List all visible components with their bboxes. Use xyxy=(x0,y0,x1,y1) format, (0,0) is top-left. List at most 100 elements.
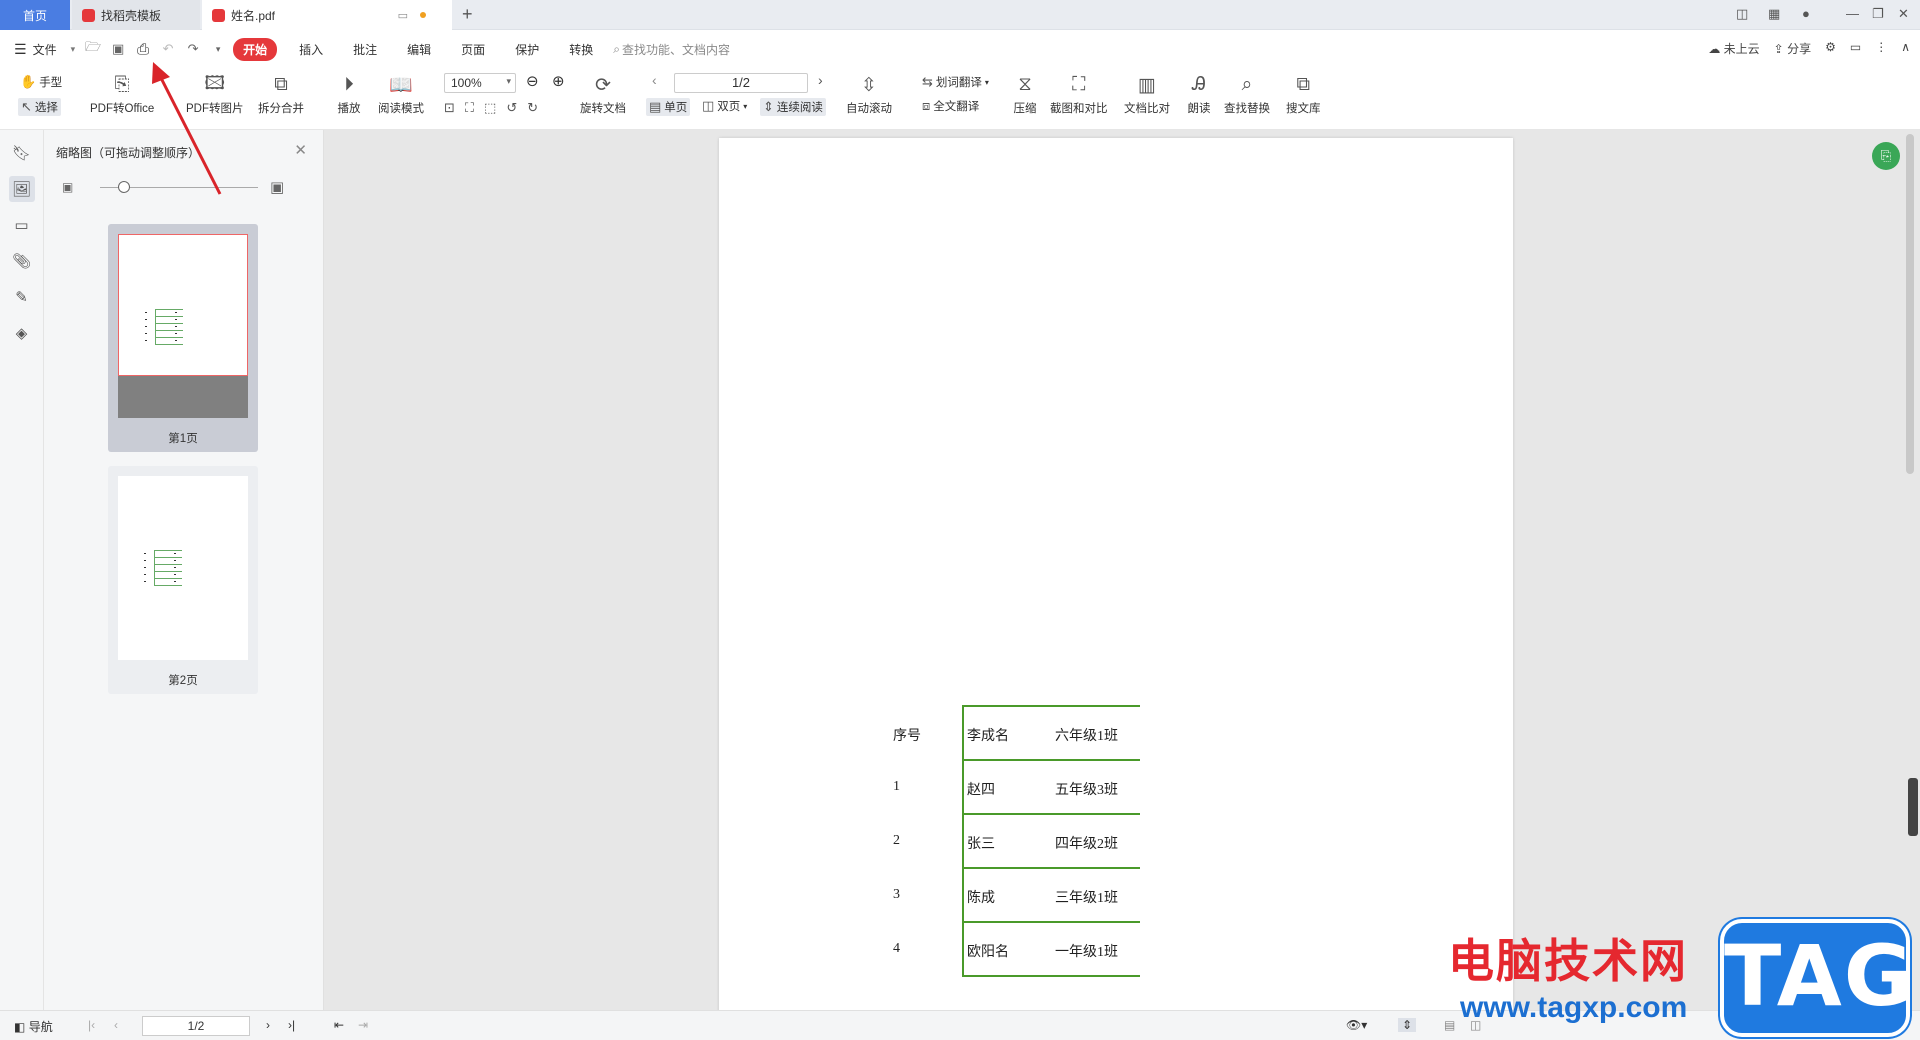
fit-page-icon[interactable]: ⛶ xyxy=(465,100,474,116)
floating-assistant-icon[interactable]: ⎘ xyxy=(1872,142,1900,170)
screenshot-compare-button[interactable]: ⛶ 截图和对比 xyxy=(1050,72,1108,116)
thumb-table-text xyxy=(175,312,177,313)
back-icon[interactable]: ⇤ xyxy=(334,1018,344,1032)
message-icon[interactable]: ▭ xyxy=(1850,40,1861,57)
single-view-icon[interactable]: ⇕ xyxy=(1398,1018,1417,1032)
menu-comment[interactable]: 批注 xyxy=(353,41,377,58)
first-page-icon[interactable]: |‹ xyxy=(88,1018,95,1032)
search-input[interactable]: 查找功能、文档内容 xyxy=(622,41,730,58)
share-button[interactable]: ⇪ 分享 xyxy=(1774,40,1811,57)
attachment-icon[interactable]: 📎︎ xyxy=(9,248,35,274)
open-icon[interactable]: 🗁 xyxy=(83,39,103,59)
slider-knob[interactable] xyxy=(118,181,130,193)
menu-page[interactable]: 页面 xyxy=(461,41,485,58)
tab-template[interactable]: 找稻壳模板 xyxy=(72,0,200,30)
vertical-scrollbar[interactable] xyxy=(1906,134,1914,474)
redo-icon[interactable]: ↷ xyxy=(183,39,203,59)
zoom-in-icon[interactable]: ⊕ xyxy=(552,72,565,90)
comment-icon[interactable]: ▭ xyxy=(9,212,35,238)
thumbnail-size-slider[interactable]: ▣ ▣ xyxy=(62,178,312,198)
forward-icon[interactable]: ⇥ xyxy=(358,1018,368,1032)
menu-insert[interactable]: 插入 xyxy=(299,41,323,58)
continuous-read-button[interactable]: ⇕ 连续阅读 xyxy=(760,98,826,116)
bookmark-icon[interactable]: 🔖︎ xyxy=(9,140,35,166)
zoom-select[interactable]: 100% ▾ xyxy=(444,73,516,93)
document-canvas[interactable]: 序号 李成名 六年级1班 1 赵四 五年级3班 2 张三 四年级2班 3 陈成 三年级1班 4 欧… xyxy=(324,130,1920,1018)
cloud-status[interactable]: ☁ 未上云 xyxy=(1708,40,1759,57)
close-icon[interactable]: ✕ xyxy=(1898,6,1909,22)
pin-icon[interactable]: ▭ xyxy=(398,9,408,22)
undo-icon[interactable]: ↶ xyxy=(158,39,178,59)
cursor-icon: ↖ xyxy=(21,99,32,114)
rotate-right-icon[interactable]: ↻ xyxy=(527,100,538,116)
table-cell: 欧阳名 xyxy=(967,945,1009,960)
read-mode-button[interactable]: 📖 阅读模式 xyxy=(378,72,424,116)
zoom-out-icon[interactable]: ⊖ xyxy=(526,72,539,90)
pdf-page: 序号 李成名 六年级1班 1 赵四 五年级3班 2 张三 四年级2班 3 陈成 三年级1班 4 欧… xyxy=(719,138,1513,1018)
signature-icon[interactable]: ✎ xyxy=(9,284,35,310)
read-aloud-button[interactable]: Ꭿ 朗读 xyxy=(1186,72,1212,116)
prev-page-icon[interactable]: ‹ xyxy=(652,72,657,88)
close-icon[interactable]: ✕ xyxy=(294,141,307,159)
doc-compare-button[interactable]: ▥ 文档比对 xyxy=(1124,72,1170,116)
more-icon[interactable]: ▾ xyxy=(208,39,228,59)
table-cell: 李成名 xyxy=(967,729,1009,744)
print-icon[interactable]: ⎙ xyxy=(133,39,153,59)
kebab-icon[interactable]: ⋮ xyxy=(1875,40,1887,57)
side-drag-handle[interactable] xyxy=(1908,778,1918,836)
menu-start[interactable]: 开始 xyxy=(233,37,278,61)
apps-grid-icon[interactable]: ▦ xyxy=(1768,6,1780,22)
new-tab-button[interactable]: + xyxy=(462,4,473,25)
minimize-icon[interactable]: — xyxy=(1846,6,1859,21)
find-replace-button[interactable]: ⌕ 查找替换 xyxy=(1224,72,1270,116)
menu-protect[interactable]: 保护 xyxy=(515,41,539,58)
tab-pdf-file[interactable]: 姓名.pdf ▭ xyxy=(202,0,452,30)
collapse-ribbon-icon[interactable]: ∧ xyxy=(1901,40,1910,57)
doc-library-button[interactable]: ⧉ 搜文库 xyxy=(1286,72,1321,116)
save-icon[interactable]: ▣ xyxy=(108,39,128,59)
menu-edit[interactable]: 编辑 xyxy=(407,41,431,58)
page-number-input[interactable]: 1/2 xyxy=(674,73,808,93)
actual-size-icon[interactable]: ⊡ xyxy=(444,100,455,116)
chevron-down-icon: ▾ xyxy=(743,101,748,111)
pdf-to-office-button[interactable]: ⎘ PDF转Office xyxy=(90,72,154,116)
next-page-icon[interactable]: › xyxy=(266,1018,270,1032)
unsaved-dot-icon xyxy=(420,12,426,18)
double-page-icon: ◫ xyxy=(702,98,715,113)
auto-scroll-button[interactable]: ⇳ 自动滚动 xyxy=(846,72,892,116)
eye-icon[interactable]: 👁︎▾ xyxy=(1346,1018,1367,1032)
fit-width-icon[interactable]: ⬚ xyxy=(484,100,496,116)
rotate-doc-button[interactable]: ⟳ 旋转文档 xyxy=(580,72,626,116)
rotate-left-icon[interactable]: ↺ xyxy=(506,100,517,116)
next-page-icon[interactable]: › xyxy=(818,72,823,88)
thumbnail-icon[interactable]: 🖼︎ xyxy=(8,176,35,202)
hand-tool-button[interactable]: ✋ 手型 xyxy=(20,74,62,90)
chevron-down-icon[interactable]: ▾ xyxy=(71,44,76,55)
tab-home[interactable]: 首页 xyxy=(0,0,70,30)
layout-icon[interactable]: ◫ xyxy=(1736,6,1748,22)
avatar[interactable]: ● xyxy=(1802,6,1810,21)
thumbnail-page-2[interactable]: 第2页 xyxy=(108,466,258,694)
full-translate-button[interactable]: ⧈ 全文翻译 xyxy=(922,98,979,114)
settings-icon[interactable]: ⚙ xyxy=(1825,40,1836,57)
split-merge-button[interactable]: ⧉ 拆分合并 xyxy=(258,72,304,116)
thumbnail-page-1[interactable]: 第1页 xyxy=(108,224,258,452)
compress-button[interactable]: ⧖ 压缩 xyxy=(1012,72,1038,116)
prev-page-icon[interactable]: ‹ xyxy=(114,1018,118,1032)
single-page-button[interactable]: ▤ 单页 xyxy=(646,98,691,116)
single-page-label: 单页 xyxy=(664,102,688,114)
double-page-button[interactable]: ◫ 双页 ▾ xyxy=(702,98,747,114)
last-page-icon[interactable]: ›| xyxy=(288,1018,295,1032)
nav-toggle[interactable]: ◧ 导航 xyxy=(14,1018,53,1035)
select-tool-button[interactable]: ↖ 选择 xyxy=(18,98,61,116)
hamburger-icon[interactable]: ☰ xyxy=(14,41,27,58)
continuous-label: 连续阅读 xyxy=(776,102,823,114)
restore-icon[interactable]: ❐ xyxy=(1872,6,1884,22)
status-page-input[interactable]: 1/2 xyxy=(142,1016,250,1036)
pdf-to-image-button[interactable]: 🖾 PDF转图片 xyxy=(186,72,244,116)
menu-file[interactable]: 文件 xyxy=(33,41,57,58)
word-translate-button[interactable]: ⇆ 划词翻译 ▾ xyxy=(922,74,989,90)
layers-icon[interactable]: ◈ xyxy=(9,320,35,346)
play-button[interactable]: ⏵ 播放 xyxy=(336,72,362,116)
menu-convert[interactable]: 转换 xyxy=(569,41,593,58)
